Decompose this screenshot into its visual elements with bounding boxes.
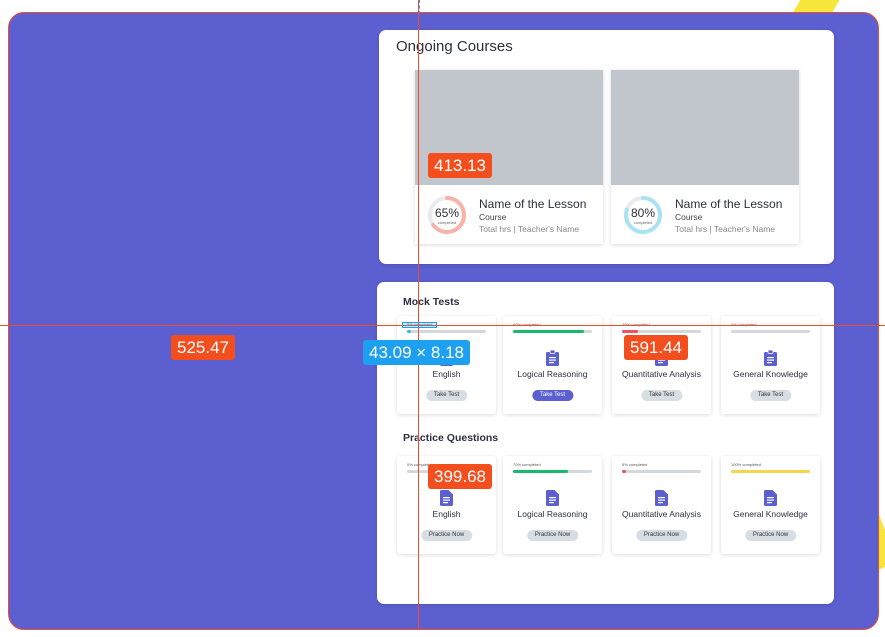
tests-card: Mock Tests 5% completed English Take Tes… xyxy=(377,282,834,604)
measure-guide-horizontal xyxy=(0,325,885,326)
measure-label: 525.47 xyxy=(171,335,235,360)
document-icon xyxy=(655,490,668,511)
progress-track xyxy=(731,470,810,473)
practice-tile[interactable]: 100% completed General Knowledge Practic… xyxy=(721,456,820,554)
mock-test-tile[interactable]: 5% completed English Take Test xyxy=(397,316,496,414)
lesson-name: Name of the Lesson xyxy=(675,197,783,211)
measure-label: 591.44 xyxy=(624,335,688,360)
mock-test-tile[interactable]: 20% completed Quantitative Analysis Take… xyxy=(612,316,711,414)
progress-track xyxy=(731,330,810,333)
practice-now-button[interactable]: Practice Now xyxy=(526,530,579,541)
progress-track xyxy=(513,470,592,473)
progress-caption: completed xyxy=(437,220,457,225)
measure-guide-vertical xyxy=(418,0,419,630)
course-card[interactable]: 80% completed Name of the Lesson Course … xyxy=(611,70,799,244)
take-test-button[interactable]: Take Test xyxy=(640,390,683,401)
mock-test-tile[interactable]: 90% completed Logical Reasoning Take Tes… xyxy=(503,316,602,414)
take-test-button[interactable]: Take Test xyxy=(425,390,468,401)
test-name: English xyxy=(432,369,461,379)
dimension-label: 43.09 × 8.18 xyxy=(363,340,471,365)
design-canvas: Ongoing Courses 65% completed Name of th… xyxy=(0,0,885,637)
practice-tile[interactable]: 70% completed Logical Reasoning Practice… xyxy=(503,456,602,554)
lesson-name: Name of the Lesson xyxy=(479,197,587,211)
progress-ring: 80% completed xyxy=(623,195,663,235)
mock-tests-title: Mock Tests xyxy=(403,296,460,308)
practice-now-button[interactable]: Practice Now xyxy=(635,530,688,541)
take-test-button[interactable]: Take Test xyxy=(531,390,574,401)
course-thumbnail xyxy=(611,70,799,185)
progress-fill xyxy=(622,330,638,333)
lesson-meta: Total hrs | Teacher's Name xyxy=(479,224,580,234)
progress-fill xyxy=(513,330,585,333)
progress-text: 5% completed xyxy=(622,462,648,467)
practice-name: Logical Reasoning xyxy=(517,509,588,519)
document-icon xyxy=(546,490,559,511)
lesson-type: Course xyxy=(479,212,507,222)
progress-track xyxy=(513,330,592,333)
document-icon xyxy=(440,490,453,511)
lesson-type: Course xyxy=(675,212,703,222)
progress-fill xyxy=(407,330,411,333)
lesson-meta: Total hrs | Teacher's Name xyxy=(675,224,776,234)
progress-fill xyxy=(622,470,626,473)
practice-tile[interactable]: 5% completed Quantitative Analysis Pract… xyxy=(612,456,711,554)
test-name: General Knowledge xyxy=(733,369,808,379)
document-icon xyxy=(764,349,777,371)
progress-ring: 65% completed xyxy=(427,195,467,235)
document-icon xyxy=(546,349,559,371)
practice-name: Quantitative Analysis xyxy=(622,509,701,519)
selection-box xyxy=(402,322,437,328)
mock-test-tile[interactable]: 0% completed General Knowledge Take Test xyxy=(721,316,820,414)
progress-caption: completed xyxy=(633,220,653,225)
ongoing-courses-card: Ongoing Courses 65% completed Name of th… xyxy=(379,30,834,264)
progress-text: 70% completed xyxy=(513,462,541,467)
measure-label: 399.68 xyxy=(428,464,492,489)
practice-now-button[interactable]: Practice Now xyxy=(420,530,473,541)
progress-track xyxy=(622,330,701,333)
progress-text: 100% completed xyxy=(731,462,761,467)
measure-guide-dashed xyxy=(419,0,420,14)
test-name: Quantitative Analysis xyxy=(622,369,701,379)
progress-track xyxy=(622,470,701,473)
measure-label: 413.13 xyxy=(428,153,492,178)
test-name: Logical Reasoning xyxy=(517,369,588,379)
practice-name: General Knowledge xyxy=(733,509,808,519)
practice-name: English xyxy=(432,509,461,519)
ongoing-courses-title: Ongoing Courses xyxy=(396,38,513,55)
progress-fill xyxy=(513,470,569,473)
take-test-button[interactable]: Take Test xyxy=(749,390,792,401)
progress-percent: 80% xyxy=(630,206,656,220)
progress-fill xyxy=(731,470,810,473)
practice-now-button[interactable]: Practice Now xyxy=(744,530,797,541)
document-icon xyxy=(764,490,777,511)
progress-percent: 65% xyxy=(434,206,460,220)
